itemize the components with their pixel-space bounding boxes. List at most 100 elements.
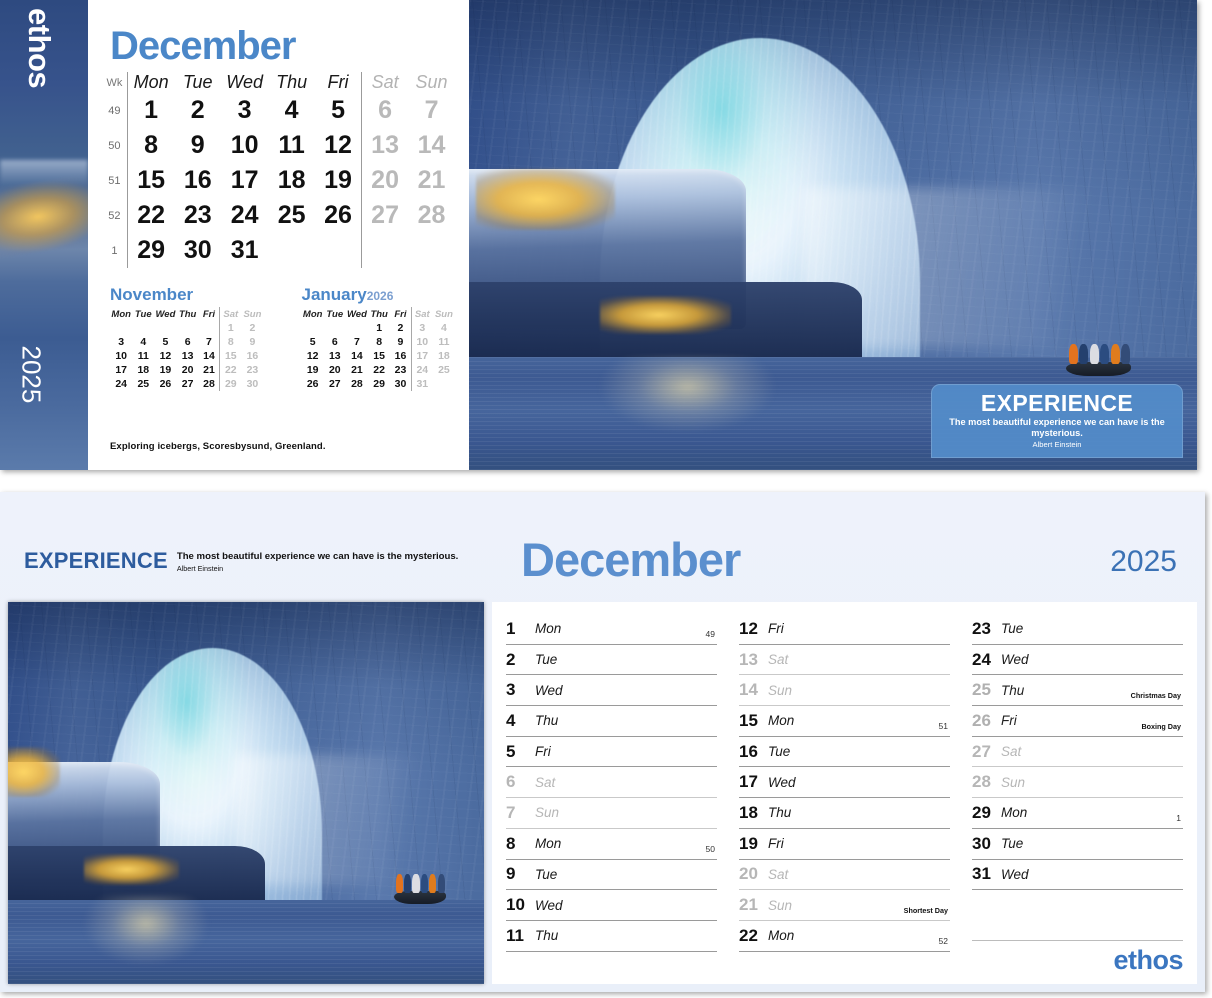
day-cell[interactable]: 13 [361,128,409,163]
day-cell[interactable]: 11 [268,128,315,163]
mini-day[interactable]: 20 [177,363,199,377]
mini-day[interactable]: 30 [241,377,263,391]
day-cell[interactable]: 19 [315,163,362,198]
day-cell[interactable]: 23 [174,198,221,233]
day-row[interactable]: 26 Fri Boxing Day [972,706,1183,737]
mini-day[interactable]: 22 [219,363,242,377]
day-row[interactable]: 15 Mon 51 [739,706,950,737]
mini-day[interactable]: 8 [368,335,390,349]
day-cell[interactable]: 10 [221,128,268,163]
mini-day[interactable]: 9 [241,335,263,349]
day-cell[interactable]: 26 [315,198,362,233]
mini-day[interactable]: 26 [154,377,176,391]
day-row[interactable]: 20 Sat [739,860,950,891]
day-cell[interactable]: 3 [221,93,268,128]
mini-day[interactable]: 11 [132,349,154,363]
mini-day[interactable]: 23 [390,363,411,377]
mini-day[interactable]: 7 [199,335,220,349]
mini-day[interactable]: 18 [132,363,154,377]
day-cell[interactable]: 7 [408,93,455,128]
day-row[interactable]: 23 Tue [972,614,1183,645]
day-cell[interactable]: 9 [174,128,221,163]
mini-day[interactable]: 25 [433,363,455,377]
day-row[interactable]: 2 Tue [506,645,717,676]
day-cell[interactable]: 2 [174,93,221,128]
day-cell[interactable]: 16 [174,163,221,198]
day-cell[interactable]: 14 [408,128,455,163]
day-cell[interactable]: 4 [268,93,315,128]
mini-day[interactable]: 15 [219,349,242,363]
mini-day[interactable]: 31 [410,377,433,391]
mini-day[interactable]: 14 [346,349,368,363]
day-row[interactable]: 7 Sun [506,798,717,829]
mini-day[interactable]: 21 [346,363,368,377]
day-cell[interactable]: 27 [361,198,409,233]
mini-day[interactable]: 17 [110,363,132,377]
mini-day[interactable]: 4 [132,335,154,349]
mini-day[interactable]: 27 [324,377,346,391]
day-row[interactable]: 22 Mon 52 [739,921,950,952]
day-cell[interactable]: 15 [126,163,175,198]
mini-day[interactable]: 19 [154,363,176,377]
mini-day[interactable]: 28 [199,377,220,391]
mini-day[interactable]: 22 [368,363,390,377]
mini-day[interactable]: 16 [390,349,411,363]
day-row[interactable]: 18 Thu [739,798,950,829]
day-row[interactable]: 17 Wed [739,767,950,799]
day-cell[interactable]: 21 [408,163,455,198]
mini-day[interactable]: 2 [241,321,263,335]
mini-day[interactable]: 17 [410,349,433,363]
mini-day[interactable]: 6 [177,335,199,349]
mini-day[interactable]: 16 [241,349,263,363]
mini-day[interactable]: 8 [219,335,242,349]
mini-day[interactable]: 30 [390,377,411,391]
mini-day[interactable]: 29 [219,377,242,391]
mini-day[interactable]: 1 [219,321,242,335]
day-cell[interactable]: 12 [315,128,362,163]
mini-day[interactable]: 14 [199,349,220,363]
day-row[interactable]: 10 Wed [506,890,717,921]
mini-day[interactable]: 5 [302,335,324,349]
mini-day[interactable]: 12 [154,349,176,363]
day-row[interactable]: 6 Sat [506,767,717,799]
mini-day[interactable]: 13 [324,349,346,363]
mini-day[interactable]: 20 [324,363,346,377]
mini-day[interactable]: 9 [390,335,411,349]
day-row[interactable]: 21 Sun Shortest Day [739,890,950,921]
mini-day[interactable]: 23 [241,363,263,377]
mini-day[interactable]: 1 [368,321,390,335]
mini-day[interactable]: 19 [302,363,324,377]
mini-day[interactable]: 13 [177,349,199,363]
day-row[interactable]: 11 Thu [506,921,717,952]
day-row[interactable]: 8 Mon 50 [506,829,717,860]
mini-day[interactable]: 3 [410,321,433,335]
day-cell[interactable]: 22 [126,198,175,233]
day-cell[interactable]: 31 [221,233,268,268]
day-row[interactable]: 16 Tue [739,737,950,768]
mini-day[interactable]: 6 [324,335,346,349]
day-row[interactable]: 28 Sun [972,767,1183,799]
day-cell[interactable]: 20 [361,163,409,198]
mini-day[interactable]: 24 [410,363,433,377]
day-row[interactable]: 13 Sat [739,645,950,676]
mini-day[interactable]: 18 [433,349,455,363]
mini-day[interactable]: 29 [368,377,390,391]
day-row[interactable]: 14 Sun [739,675,950,707]
day-cell[interactable]: 8 [126,128,175,163]
day-cell[interactable]: 6 [361,93,409,128]
day-cell[interactable]: 28 [408,198,455,233]
day-row[interactable]: 1 Mon 49 [506,614,717,645]
day-row[interactable]: 5 Fri [506,737,717,768]
mini-day[interactable]: 15 [368,349,390,363]
day-cell[interactable]: 18 [268,163,315,198]
day-row[interactable]: 19 Fri [739,829,950,860]
day-row[interactable]: 4 Thu [506,706,717,737]
day-cell[interactable]: 1 [126,93,175,128]
day-cell[interactable]: 5 [315,93,362,128]
mini-day[interactable]: 21 [199,363,220,377]
day-row[interactable]: 30 Tue [972,829,1183,860]
day-row[interactable]: 25 Thu Christmas Day [972,675,1183,707]
mini-day[interactable]: 11 [433,335,455,349]
day-cell[interactable]: 25 [268,198,315,233]
day-cell[interactable]: 24 [221,198,268,233]
